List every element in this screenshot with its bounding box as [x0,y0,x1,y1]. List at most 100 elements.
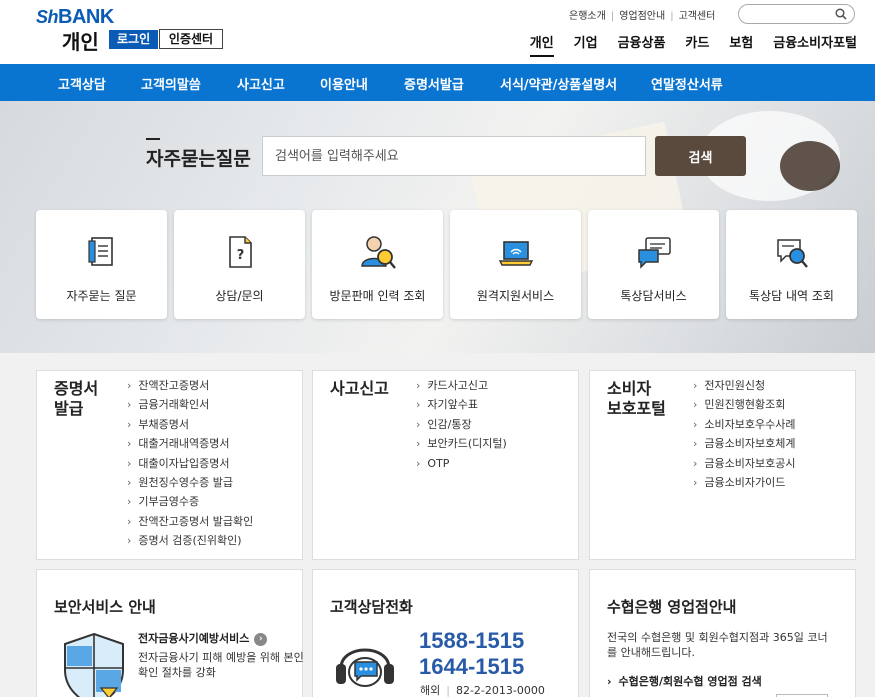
faq-title: 자주묻는질문 [146,138,251,171]
menu-usage-guide[interactable]: 이용안내 [320,74,368,93]
phone-number-secondary: 1644-1515 [419,654,525,679]
cert-center-button[interactable]: 인증센터 [159,29,223,49]
login-button[interactable]: 로그인 [109,30,159,49]
gnb-insurance[interactable]: 보험 [729,32,753,57]
util-link-about[interactable]: 은행소개 [569,11,606,22]
remote-laptop-icon [498,241,533,266]
section-label: 개인 [62,30,99,54]
list-item[interactable]: 자기앞수표 [416,395,507,414]
certificates-title-line1: 증명서 [54,379,99,398]
quick-link-label: 상담/문의 [215,289,264,303]
menu-accident-report[interactable]: 사고신고 [237,74,285,93]
menu-consultation[interactable]: 고객상담 [58,74,106,93]
gnb-consumer-portal[interactable]: 금융소비자포털 [773,32,857,57]
security-service-panel: 보안서비스 안내 전자금융사기예방서비스 › 전자금융사기 피해 예방을 위해 본… [36,569,304,697]
list-item[interactable]: 카드사고신고 [416,376,507,395]
quick-link-faq[interactable]: 자주묻는 질문 [36,210,167,319]
menu-certificates[interactable]: 증명서발급 [404,74,464,93]
list-item[interactable]: 금융소비자보호공시 [693,454,795,473]
list-item[interactable]: 전자민원신청 [693,376,796,395]
menu-tax-documents[interactable]: 연말정산서류 [651,74,723,93]
menu-forms-terms[interactable]: 서식/약관/상품설명서 [500,74,617,93]
call-center-panel: 고객상담전화 1588-1515 1644-1515 해외 | 82-2-2013-… [312,569,579,697]
faq-search-button[interactable]: 검색 [655,136,746,176]
util-link-branches[interactable]: 영업점안내 [619,11,665,22]
certificates-title-line2: 발급 [54,399,84,418]
faq-book-icon [87,237,113,266]
search-icon[interactable] [835,8,847,20]
fraud-prevention-link[interactable]: 전자금융사기예방서비스 › [138,630,268,646]
quick-link-label: 자주묻는 질문 [66,289,137,303]
branch-info-desc: 전국의 수협은행 및 회원수협지점과 365일 코너를 안내해드립니다. [607,631,828,659]
phone-number-overseas: 해외 | 82-2-2013-0000 [420,684,545,697]
list-item[interactable]: 소비자보호우수사례 [693,415,795,434]
gnb-card[interactable]: 카드 [685,32,709,57]
quick-link-door-to-door-sales[interactable]: 방문판매 인력 조회 [312,210,443,319]
overseas-label: 해외 [420,684,441,697]
hero-deco-coffee [780,141,840,191]
quick-link-talk-consultation[interactable]: 톡상담서비스 [588,210,719,319]
logo-prefix: Sh [36,7,59,27]
logo-text: BANK [58,6,114,28]
list-item[interactable]: 금융소비자보호체계 [693,434,795,453]
headset-icon [336,648,394,687]
consumer-portal-panel: 소비자 보호포털 전자민원신청 민원진행현황조회 소비자보호우수사례 금융소비자… [589,370,856,560]
sub-menu-bar: 고객상담 고객의말씀 사고신고 이용안내 증명서발급 서식/약관/상품설명서 연… [0,64,875,101]
quick-link-inquiry[interactable]: ? 상담/문의 [174,210,305,319]
certificates-list: 잔액잔고증명서 금융거래확인서 부채증명서 대출거래내역증명서 대출이자납입증명… [127,376,253,551]
chat-search-icon [776,239,808,268]
global-nav: 개인 기업 금융상품 카드 보험 금융소비자포털 [510,32,857,57]
list-item[interactable]: 인감/통장 [416,415,507,434]
accident-report-panel: 사고신고 카드사고신고 자기앞수표 인감/통장 보안카드(디지털) OTP [312,370,579,560]
list-item[interactable]: OTP [416,454,507,473]
consumer-portal-title-line2: 보호포털 [607,399,666,418]
overseas-number: 82-2-2013-0000 [455,684,545,697]
list-item[interactable]: 부채증명서 [127,415,253,434]
quick-link-talk-history[interactable]: 톡상담 내역 조회 [726,210,857,319]
accident-report-title: 사고신고 [330,379,389,398]
list-item[interactable]: 잔액잔고증명서 발급확인 [127,512,253,531]
site-header: ShBANK 개인 로그인 인증센터 은행소개 | 영업점안내 | 고객센터 개인 기업… [0,0,875,64]
branch-info-panel: 수협은행 영업점안내 전국의 수협은행 및 회원수협지점과 365일 코너를 안… [589,569,856,697]
quick-link-label: 방문판매 인력 조회 [329,289,426,303]
svg-text:?: ? [236,248,244,263]
security-service-desc: 전자금융사기 피해 예방을 위해 본인확인 절차를 강화 [138,651,304,679]
shield-icon [64,632,124,697]
list-item[interactable]: 잔액잔고증명서 [127,376,253,395]
list-item[interactable]: 대출거래내역증명서 [127,434,253,453]
chevron-right-icon: › [254,632,268,646]
person-search-icon [360,236,396,269]
list-item[interactable]: 대출이자납입증명서 [127,454,253,473]
list-item[interactable]: 민원진행현황조회 [693,395,796,414]
phone-number-primary: 1588-1515 [419,628,525,653]
branch-search-link[interactable]: 수협은행/회원수협 영업점 검색 [607,673,762,689]
gnb-corporate[interactable]: 기업 [574,32,598,57]
security-service-title: 보안서비스 안내 [54,598,156,616]
accident-report-list: 카드사고신고 자기앞수표 인감/통장 보안카드(디지털) OTP [416,376,507,473]
quick-link-label: 원격지원서비스 [476,289,555,303]
site-search-input[interactable] [738,4,855,24]
gnb-personal[interactable]: 개인 [529,32,554,57]
list-item[interactable]: 보안카드(디지털) [416,434,506,453]
certificates-panel: 증명서 발급 잔액잔고증명서 금융거래확인서 부채증명서 대출거래내역증명서 대… [36,370,303,560]
certificates-title: 증명서 발급 [54,379,98,419]
quick-link-label: 톡상담 내역 조회 [749,289,834,303]
gnb-products[interactable]: 금융상품 [618,32,666,57]
util-link-customer-center[interactable]: 고객센터 [679,11,716,22]
list-item[interactable]: 금융소비자가이드 [693,473,796,492]
list-item[interactable]: 기부금영수증 [127,492,253,511]
list-item[interactable]: 금융거래확인서 [127,395,253,414]
chat-bubble-icon [637,237,671,269]
fraud-prevention-link-label: 전자금융사기예방서비스 [138,632,250,645]
quick-link-remote-support[interactable]: 원격지원서비스 [450,210,581,319]
menu-customer-voice[interactable]: 고객의말씀 [141,74,201,93]
call-center-title: 고객상담전화 [330,598,413,616]
faq-search-input[interactable] [262,136,646,176]
quick-link-label: 톡상담서비스 [620,289,687,303]
list-item[interactable]: 증명서 검증(진위확인) [127,531,253,550]
consumer-portal-list: 전자민원신청 민원진행현황조회 소비자보호우수사례 금융소비자보호체계 금융소비… [693,376,796,492]
question-document-icon: ? [228,236,252,268]
branch-info-title: 수협은행 영업점안내 [607,598,737,616]
list-item[interactable]: 원천징수영수증 발급 [127,473,253,492]
utility-links: 은행소개 | 영업점안내 | 고객센터 [569,11,716,22]
